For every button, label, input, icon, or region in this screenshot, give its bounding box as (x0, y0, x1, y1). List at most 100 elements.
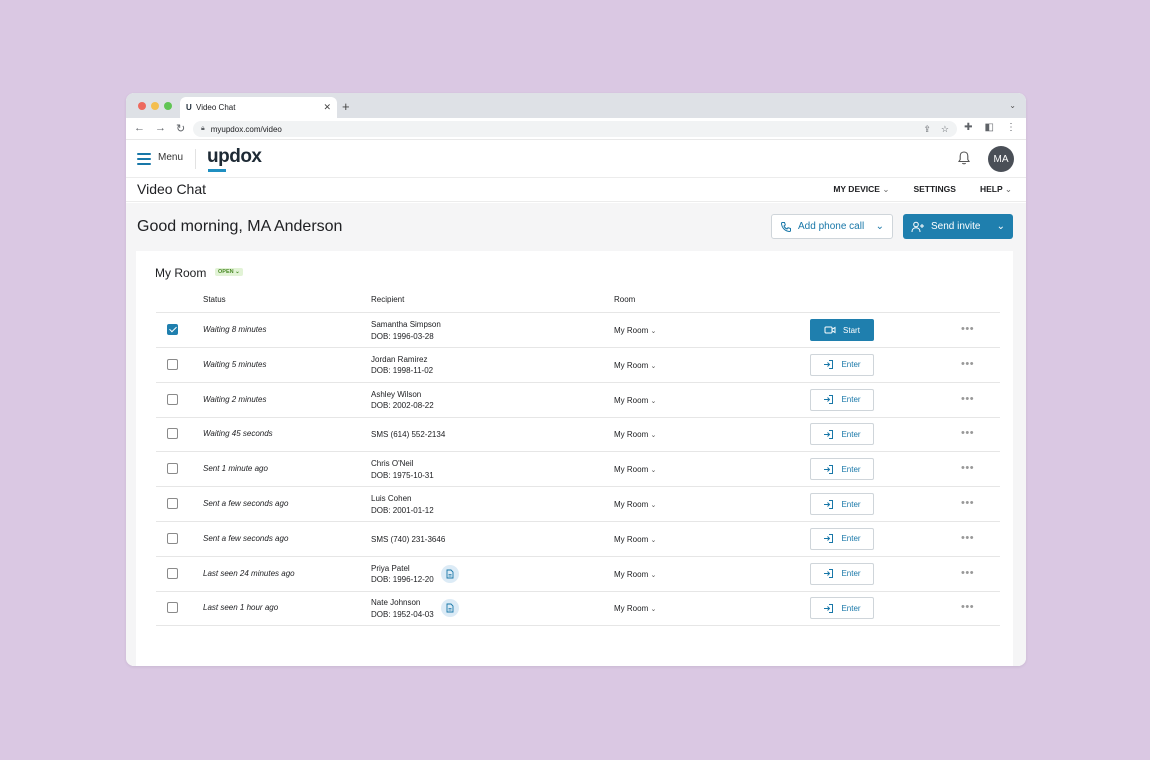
chevron-down-icon: ⌄ (1004, 184, 1012, 194)
add-phone-call-button[interactable]: Add phone call ⌄ (771, 214, 893, 239)
column-header-status: Status (203, 295, 226, 304)
more-icon[interactable]: ••• (961, 601, 974, 613)
row-recipient: SMS (740) 231-3646 (371, 534, 445, 546)
more-icon[interactable]: ••• (961, 323, 974, 335)
row-checkbox[interactable] (167, 498, 178, 509)
room-card: My Room OPEN ⌄ Status Recipient Room Wai… (136, 251, 1013, 666)
tab-strip: U Video Chat ✕ + ⌄ (126, 93, 1026, 118)
row-room-select[interactable]: My Room ⌄ (614, 500, 656, 509)
hamburger-icon[interactable] (137, 153, 151, 168)
row-room-select[interactable]: My Room ⌄ (614, 570, 656, 579)
share-icon[interactable]: ⇪ (923, 124, 931, 135)
room-title: My Room (155, 266, 207, 280)
enter-button[interactable]: Enter (810, 597, 874, 620)
row-checkbox[interactable] (167, 532, 178, 544)
new-tab-icon[interactable]: + (342, 99, 350, 114)
extensions-icon[interactable]: ✚ (964, 122, 972, 133)
minimize-window-button[interactable] (151, 102, 159, 110)
row-checkbox[interactable] (167, 567, 178, 579)
enter-button[interactable]: Enter (810, 388, 874, 411)
bookmark-star-icon[interactable]: ☆ (941, 124, 949, 135)
more-icon[interactable]: ••• (961, 427, 974, 439)
browser-tab[interactable]: U Video Chat ✕ (180, 97, 337, 118)
row-checkbox[interactable] (167, 358, 178, 370)
maximize-window-button[interactable] (164, 102, 172, 110)
row-checkbox[interactable] (167, 324, 178, 335)
more-icon[interactable]: ••• (961, 567, 974, 579)
row-room-select[interactable]: My Room ⌄ (614, 430, 656, 439)
more-icon[interactable]: ••• (961, 358, 974, 370)
reload-icon[interactable]: ↻ (176, 122, 185, 135)
row-room-select[interactable]: My Room ⌄ (614, 535, 656, 544)
recipient-dob: DOB: 1998-11-02 (371, 366, 434, 376)
chevron-down-icon: ⌄ (650, 362, 657, 370)
nav-help[interactable]: HELP ⌄ (980, 184, 1012, 195)
row-checkbox[interactable] (167, 428, 178, 440)
status-badge[interactable]: OPEN ⌄ (215, 268, 243, 276)
tab-search-chevron-icon[interactable]: ⌄ (1009, 101, 1016, 110)
chevron-down-icon: ⌄ (650, 502, 657, 509)
menu-label[interactable]: Menu (158, 152, 183, 163)
action-label: Enter (841, 603, 861, 613)
header-divider (195, 149, 196, 169)
action-label: Start (843, 325, 860, 335)
document-icon[interactable] (441, 599, 459, 618)
close-tab-icon[interactable]: ✕ (323, 102, 331, 113)
browser-menu-icon[interactable]: ⋮ (1006, 122, 1016, 133)
back-icon[interactable]: ← (134, 122, 145, 135)
row-recipient: Nate Johnson DOB: 1952-04-03 (371, 597, 434, 620)
chevron-down-icon: ⌄ (650, 606, 657, 614)
chevron-down-icon: ⌄ (650, 397, 657, 405)
more-icon[interactable]: ••• (961, 532, 974, 544)
more-icon[interactable]: ••• (961, 497, 974, 509)
video-icon (824, 325, 836, 335)
start-button[interactable]: Start (810, 319, 874, 341)
side-panel-icon[interactable]: ◧ (985, 122, 994, 133)
row-room-select[interactable]: My Room ⌄ (614, 604, 656, 613)
row-room-select[interactable]: My Room ⌄ (614, 396, 656, 405)
enter-button[interactable]: Enter (810, 562, 874, 585)
row-room-select[interactable]: My Room ⌄ (614, 465, 656, 474)
row-checkbox[interactable] (167, 463, 178, 475)
updox-logo[interactable]: updox (207, 146, 262, 168)
nav-settings[interactable]: SETTINGS (913, 184, 956, 195)
row-status: Waiting 45 seconds (203, 429, 273, 439)
close-window-button[interactable] (138, 102, 146, 110)
more-icon[interactable]: ••• (961, 393, 974, 405)
enter-button[interactable]: Enter (810, 493, 874, 515)
logo-accent-bar (208, 169, 226, 172)
recipient-dob: DOB: 1996-12-20 (371, 575, 434, 585)
sub-nav: MY DEVICE ⌄ SETTINGS HELP ⌄ (833, 184, 1012, 195)
send-invite-button[interactable]: Send invite ⌄ (903, 214, 1013, 239)
forward-icon[interactable]: → (155, 122, 166, 135)
enter-button[interactable]: Enter (810, 423, 874, 446)
greeting: Good morning, MA Anderson (137, 218, 343, 235)
chevron-down-icon: ⌄ (650, 432, 657, 440)
recipient-name: Priya Patel (371, 563, 410, 573)
row-checkbox[interactable] (167, 393, 178, 405)
recipient-dob: DOB: 1952-04-03 (371, 609, 434, 619)
enter-button[interactable]: Enter (810, 353, 874, 376)
row-checkbox[interactable] (167, 602, 178, 614)
row-status: Waiting 5 minutes (203, 359, 267, 369)
favicon-icon: U (186, 103, 192, 112)
bell-icon[interactable] (956, 150, 972, 166)
chevron-down-icon: ⌄ (650, 328, 657, 335)
enter-button[interactable]: Enter (810, 458, 874, 481)
row-status: Sent a few seconds ago (203, 499, 289, 508)
row-recipient: SMS (614) 552-2134 (371, 429, 445, 441)
action-label: Enter (841, 360, 861, 370)
row-room-select[interactable]: My Room ⌄ (614, 361, 656, 370)
window-controls (138, 102, 172, 110)
add-phone-call-label: Add phone call (798, 221, 865, 232)
row-room-select[interactable]: My Room ⌄ (614, 326, 656, 335)
nav-my-device[interactable]: MY DEVICE ⌄ (833, 184, 889, 195)
url-field[interactable]: 🔒︎ myupdox.com/video ⇪ ☆ (193, 121, 957, 137)
more-icon[interactable]: ••• (961, 462, 974, 474)
row-recipient: Samantha Simpson DOB: 1996-03-28 (371, 319, 441, 342)
enter-button[interactable]: Enter (810, 527, 874, 550)
chevron-down-icon: ⌄ (875, 221, 884, 232)
avatar[interactable]: MA (988, 146, 1014, 172)
document-icon[interactable] (441, 564, 459, 583)
phone-icon (780, 221, 791, 232)
